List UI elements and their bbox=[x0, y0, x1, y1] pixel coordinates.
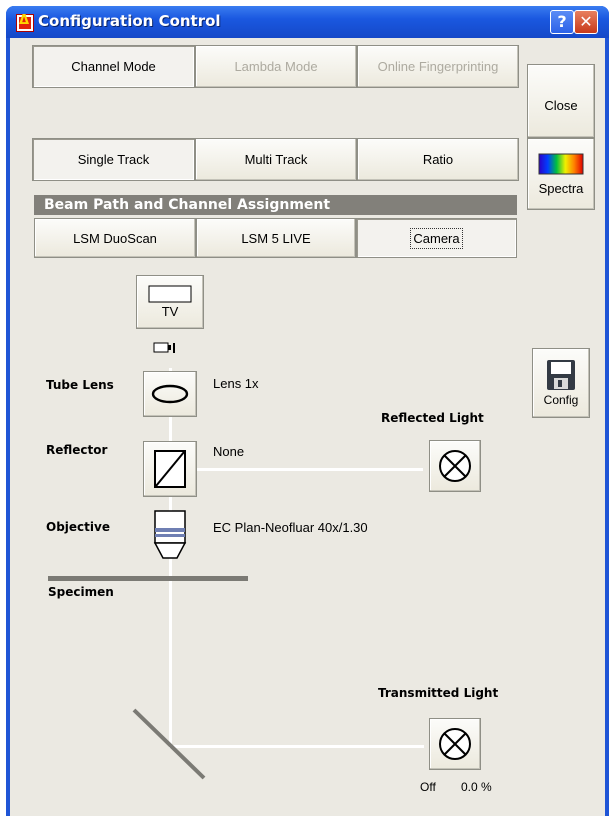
tab-lsm-duoscan-label: LSM DuoScan bbox=[73, 230, 157, 246]
tab-ratio[interactable]: Ratio bbox=[357, 138, 519, 181]
help-button[interactable]: ? bbox=[550, 10, 574, 34]
specimen-stage bbox=[48, 576, 248, 581]
spectrum-icon bbox=[538, 153, 584, 174]
tab-camera-label: Camera bbox=[410, 227, 463, 249]
lamp-icon bbox=[439, 728, 471, 760]
config-button[interactable]: Config bbox=[532, 348, 590, 418]
objective-value: EC Plan-Neofluar 40x/1.30 bbox=[213, 520, 368, 535]
transmitted-light-label: Transmitted Light bbox=[378, 686, 499, 700]
transmitted-light-button[interactable] bbox=[429, 718, 481, 770]
objective-icon[interactable] bbox=[151, 510, 189, 562]
spectra-button[interactable]: Spectra bbox=[527, 138, 595, 210]
tab-lsm-duoscan[interactable]: LSM DuoScan bbox=[34, 218, 196, 258]
close-button-label: Close bbox=[544, 97, 578, 113]
configuration-control-window: Configuration Control ? ✕ Channel Mode L… bbox=[6, 6, 609, 816]
window-close-button[interactable]: ✕ bbox=[574, 10, 598, 34]
tab-online-fingerprinting-label: Online Fingerprinting bbox=[377, 59, 499, 74]
specimen-label: Specimen bbox=[48, 585, 114, 599]
beam-path-heading: Beam Path and Channel Assignment bbox=[34, 195, 517, 215]
reflected-light-label: Reflected Light bbox=[381, 411, 484, 425]
tube-lens-value: Lens 1x bbox=[213, 376, 259, 391]
tab-camera[interactable]: Camera bbox=[356, 218, 517, 258]
tab-single-track-label: Single Track bbox=[77, 152, 150, 167]
reflector-value: None bbox=[213, 444, 245, 459]
tab-lsm-5-live[interactable]: LSM 5 LIVE bbox=[196, 218, 356, 258]
transmitted-light-intensity: 0.0 % bbox=[461, 780, 492, 794]
title-bar[interactable]: Configuration Control ? ✕ bbox=[6, 6, 609, 38]
lamp-icon bbox=[439, 450, 471, 482]
close-button[interactable]: Close bbox=[527, 64, 595, 138]
tv-label: TV bbox=[161, 304, 179, 319]
tab-lambda-mode-label: Lambda Mode bbox=[234, 59, 318, 74]
reflector-button[interactable] bbox=[143, 441, 197, 497]
tab-multi-track-label: Multi Track bbox=[244, 152, 308, 167]
config-button-label: Config bbox=[543, 393, 579, 407]
camera-adapter-icon bbox=[153, 342, 175, 353]
tab-lambda-mode[interactable]: Lambda Mode bbox=[195, 45, 357, 88]
objective-label: Objective bbox=[46, 520, 110, 534]
transmitted-light-status: Off bbox=[420, 780, 436, 794]
app-icon bbox=[16, 13, 34, 32]
beam-path-reflected bbox=[197, 468, 423, 471]
reflector-icon bbox=[154, 450, 186, 488]
floppy-disk-icon bbox=[547, 360, 575, 390]
window-title: Configuration Control bbox=[38, 12, 221, 30]
tab-ratio-label: Ratio bbox=[422, 152, 454, 167]
reflected-light-button[interactable] bbox=[429, 440, 481, 492]
client-area: Channel Mode Lambda Mode Online Fingerpr… bbox=[10, 38, 605, 816]
tab-single-track[interactable]: Single Track bbox=[32, 138, 195, 181]
tv-screen-icon bbox=[148, 285, 192, 303]
lens-icon bbox=[151, 384, 189, 404]
tab-lsm-5-live-label: LSM 5 LIVE bbox=[241, 230, 311, 246]
tab-multi-track[interactable]: Multi Track bbox=[195, 138, 357, 181]
spectra-button-label: Spectra bbox=[538, 180, 584, 196]
tv-camera-button[interactable]: TV bbox=[136, 275, 204, 329]
tab-online-fingerprinting[interactable]: Online Fingerprinting bbox=[357, 45, 519, 88]
tube-lens-button[interactable] bbox=[143, 371, 197, 417]
transmitted-light-mirror bbox=[132, 708, 206, 780]
tube-lens-label: Tube Lens bbox=[46, 378, 114, 392]
tab-channel-mode-label: Channel Mode bbox=[71, 59, 156, 74]
reflector-label: Reflector bbox=[46, 443, 108, 457]
tab-channel-mode[interactable]: Channel Mode bbox=[32, 45, 195, 88]
